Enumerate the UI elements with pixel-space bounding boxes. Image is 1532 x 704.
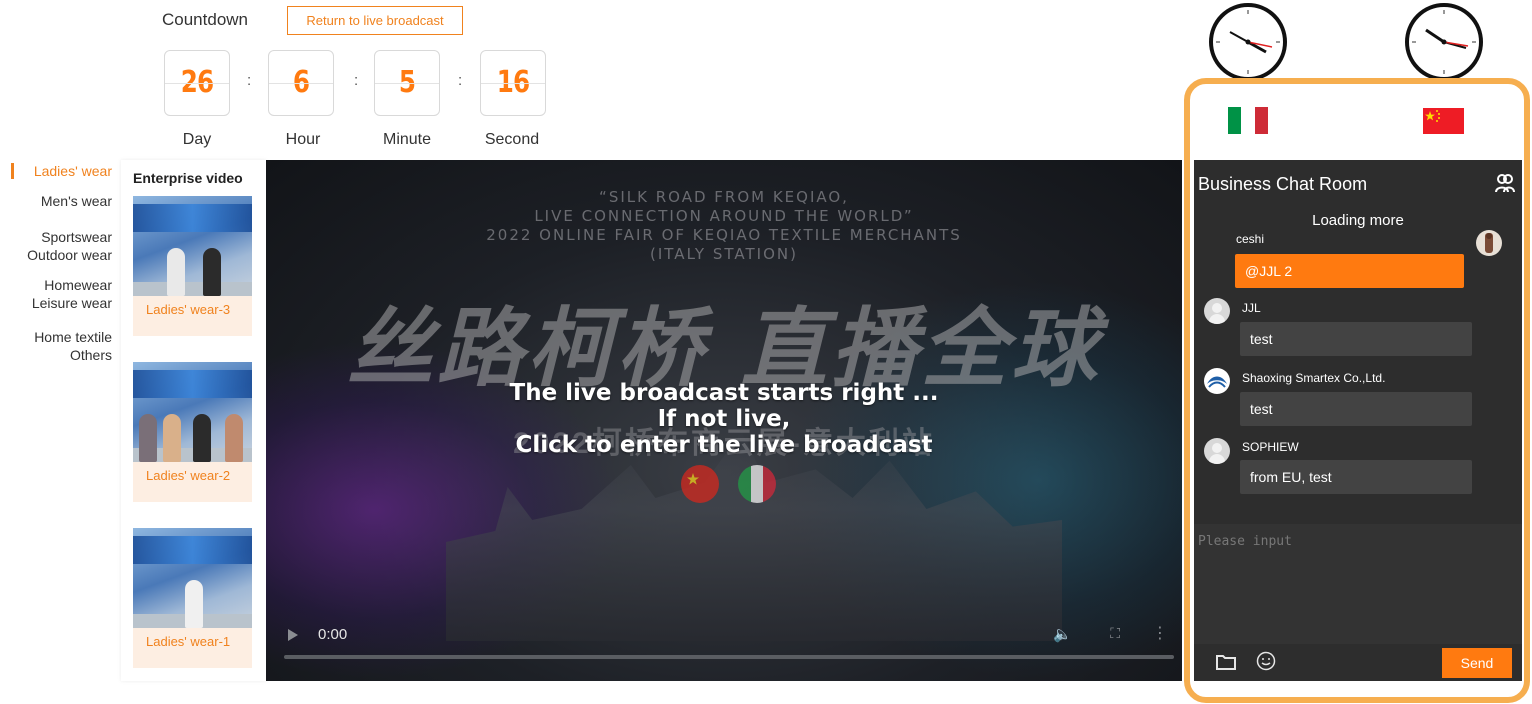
enterprise-video-card[interactable]: Ladies' wear-3 [133,196,252,336]
live-status-line: The live broadcast starts right ... [509,380,939,406]
china-clock-icon [1405,3,1483,81]
countdown-minute-label: Minute [382,131,432,148]
enterprise-video-card[interactable]: Ladies' wear-1 [133,528,252,668]
live-fair-page: Countdown Return to live broadcast 26 : … [0,0,1532,704]
italy-flag-icon [1228,107,1268,134]
company-logo-avatar[interactable] [1204,368,1230,394]
play-icon[interactable] [288,629,298,641]
video-headline-line: 2022 ONLINE FAIR OF KEQIAO TEXTILE MERCH… [486,226,962,244]
countdown-separator: : [247,72,252,89]
countdown-second-value: 16 [496,65,530,100]
video-progress-bar[interactable] [284,655,1174,659]
message-sender: ceshi [1236,232,1265,246]
avatar[interactable] [1204,298,1230,324]
enterprise-video-label: Ladies' wear-3 [146,302,231,317]
business-chat-room: Business Chat Room Loading more ceshi @J… [1194,160,1522,681]
live-status-line: If not live, [657,406,791,432]
message-bubble: from EU, test [1240,460,1472,494]
message-bubble: test [1240,322,1472,356]
category-ladies-wear[interactable]: Ladies' wear [0,162,112,180]
countdown-second-label: Second [484,131,540,148]
countdown-day-box: 26 [164,50,230,116]
category-list: Ladies' wear Men's wear Sportswear Outdo… [0,158,112,364]
emoji-icon[interactable] [1256,651,1276,671]
video-headline: “SILK ROAD FROM KEQIAO, LIVE CONNECTION … [266,188,1182,264]
more-options-icon[interactable]: ⋮ [1152,623,1168,643]
countdown-second-box: 16 [480,50,546,116]
video-headline-line: “SILK ROAD FROM KEQIAO, [599,188,849,206]
countdown-title: Countdown [162,10,249,29]
chat-toolbar: Send [1194,644,1522,681]
enter-live-link[interactable]: Click to enter the live broadcast [266,432,1182,458]
volume-icon[interactable]: 🔈 [1053,625,1072,643]
fullscreen-icon[interactable]: ⛶ [1110,625,1120,642]
category-homewear[interactable]: Homewear [0,276,112,294]
video-headline-line: LIVE CONNECTION AROUND THE WORLD” [534,207,914,225]
china-flag-icon [681,465,719,503]
chat-input-area [1194,524,1522,644]
enterprise-video-label: Ladies' wear-2 [146,468,231,483]
countdown-hour-label: Hour [285,131,321,148]
message-bubble: test [1240,392,1472,426]
chat-message-list[interactable]: Loading more ceshi @JJL 2 JJL test Shaox… [1194,202,1522,524]
enterprise-video-card[interactable]: Ladies' wear-2 [133,362,252,502]
enterprise-video-label: Ladies' wear-1 [146,634,231,649]
countdown-day-label: Day [182,131,212,148]
live-video-player[interactable]: “SILK ROAD FROM KEQIAO, LIVE CONNECTION … [266,160,1182,681]
countdown-hour-box: 6 [268,50,334,116]
video-thumbnail [133,196,252,296]
category-leisure-wear[interactable]: Leisure wear [0,294,112,312]
category-home-textile[interactable]: Home textile [0,328,112,346]
countdown-separator: : [458,72,463,89]
users-icon[interactable] [1494,172,1516,194]
category-outdoor-wear[interactable]: Outdoor wear [0,246,112,264]
message-sender: SOPHIEW [1242,440,1299,454]
category-sportswear[interactable]: Sportswear [0,228,112,246]
italy-clock-icon [1209,3,1287,81]
loading-more-link[interactable]: Loading more [1194,212,1522,229]
china-flag-icon [1423,108,1464,134]
avatar[interactable] [1204,438,1230,464]
return-to-live-button[interactable]: Return to live broadcast [287,6,463,35]
countdown-minute-box: 5 [374,50,440,116]
enterprise-video-panel: Enterprise video Ladies' wear-3 Ladies' … [121,160,266,681]
folder-icon[interactable] [1216,654,1236,670]
enterprise-video-title: Enterprise video [133,170,243,186]
chat-input[interactable] [1194,524,1522,644]
avatar[interactable] [1476,230,1502,256]
category-mens-wear[interactable]: Men's wear [0,192,112,210]
video-time: 0:00 [318,626,348,643]
live-status-message[interactable]: The live broadcast starts right ... If n… [266,380,1182,458]
countdown-separator: : [354,72,359,89]
message-sender: JJL [1242,301,1261,315]
chat-title: Business Chat Room [1198,174,1368,194]
message-sender: Shaoxing Smartex Co.,Ltd. [1242,371,1386,385]
countdown-day-value: 26 [180,65,214,100]
video-thumbnail [133,362,252,462]
send-button[interactable]: Send [1442,648,1512,678]
countdown-hour-value: 6 [292,65,310,100]
category-others[interactable]: Others [0,346,112,364]
countdown-minute-value: 5 [398,65,416,100]
video-headline-line: (ITALY STATION) [650,245,798,263]
video-controls: 0:00 🔈 ⛶ ⋮ [266,611,1182,681]
video-thumbnail [133,528,252,628]
message-bubble: @JJL 2 [1235,254,1464,288]
italy-flag-icon [738,465,776,503]
